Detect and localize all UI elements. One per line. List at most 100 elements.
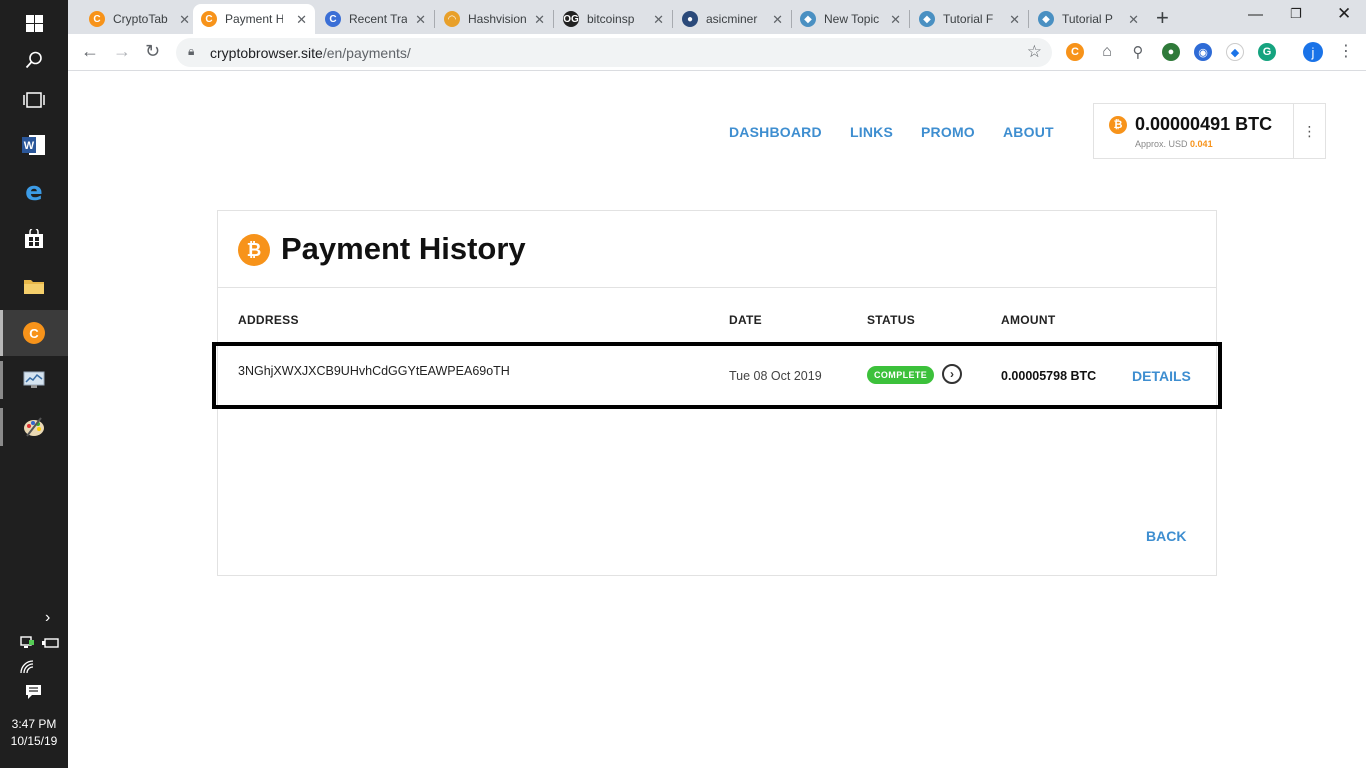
close-tab-icon[interactable]: ✕: [653, 12, 664, 28]
tab-title: bitcoinsp: [587, 12, 635, 26]
close-tab-icon[interactable]: ✕: [179, 12, 190, 28]
payment-date: Tue 08 Oct 2019: [729, 369, 822, 383]
restore-button[interactable]: ❐: [1290, 6, 1302, 22]
close-tab-icon[interactable]: ✕: [1009, 12, 1020, 28]
balance-approx: Approx. USD 0.041: [1135, 139, 1213, 149]
diamond-extension-icon[interactable]: ◆: [1226, 43, 1244, 61]
paint-palette-icon: [24, 417, 44, 437]
browser-tab[interactable]: C CryptoTab ✕: [81, 4, 198, 34]
page-content: DASHBOARD LINKS PROMO ABOUT ₿ 0.00000491…: [68, 72, 1366, 768]
minimize-button[interactable]: —: [1248, 6, 1263, 23]
show-hidden-icons-chevron-icon[interactable]: ›: [45, 609, 50, 627]
balance-widget[interactable]: ₿ 0.00000491 BTC Approx. USD 0.041 ⋮: [1093, 103, 1326, 159]
grammarly-icon[interactable]: G: [1258, 43, 1276, 61]
gauge-icon: ◠: [444, 11, 460, 27]
tab-separator: [434, 10, 435, 28]
column-header-amount: AMOUNT: [1001, 313, 1056, 327]
cryptotab-extension-icon[interactable]: C: [1066, 43, 1084, 61]
og-icon: OG: [563, 11, 579, 27]
close-tab-icon[interactable]: ✕: [296, 12, 307, 28]
profile-avatar[interactable]: j: [1303, 42, 1323, 62]
nav-dashboard[interactable]: DASHBOARD: [729, 124, 822, 140]
tab-separator: [909, 10, 910, 28]
taskbar-edge[interactable]: e: [0, 169, 68, 215]
battery-icon[interactable]: [42, 637, 60, 649]
taskbar-file-explorer[interactable]: [0, 263, 68, 309]
monitor-icon: [23, 371, 45, 388]
tab-separator: [1028, 10, 1029, 28]
reload-icon[interactable]: ↻: [145, 41, 160, 62]
cube-icon: ◆: [800, 11, 816, 27]
browser-tab[interactable]: OG bitcoinsp ✕: [555, 4, 672, 34]
payment-history-card: ₿ Payment History ADDRESS DATE STATUS AM…: [212, 210, 1222, 576]
nav-links[interactable]: LINKS: [850, 124, 893, 140]
eye-extension-icon[interactable]: ◉: [1194, 43, 1212, 61]
status-badge: COMPLETE: [867, 366, 935, 384]
forward-arrow-icon[interactable]: →: [113, 41, 131, 62]
search-extension-icon[interactable]: ⚲: [1129, 43, 1147, 61]
url-text: cryptobrowser.site/en/payments/: [210, 45, 411, 61]
globe-extension-icon[interactable]: ●: [1162, 43, 1180, 61]
browser-tab[interactable]: ● asicminer ✕: [674, 4, 791, 34]
wifi-icon[interactable]: [20, 660, 36, 674]
browser-tab[interactable]: ◆ New Topic ✕: [792, 4, 909, 34]
new-tab-button[interactable]: +: [1156, 5, 1169, 31]
close-tab-icon[interactable]: ✕: [415, 12, 426, 28]
home-icon[interactable]: ⌂: [1098, 43, 1116, 61]
back-link[interactable]: BACK: [1146, 528, 1186, 544]
balance-amount: 0.00000491 BTC: [1135, 114, 1273, 134]
bookmark-star-icon[interactable]: ☆: [1027, 42, 1042, 62]
svg-text:W: W: [24, 140, 35, 152]
c-icon: C: [325, 11, 341, 27]
bitcoin-logo-icon: ₿: [238, 234, 270, 266]
browser-toolbar: ← → ↻ 🔒︎ cryptobrowser.site/en/payments/…: [68, 34, 1366, 71]
browser-menu-icon[interactable]: ⋮: [1338, 41, 1354, 61]
tab-title: asicminer: [706, 12, 758, 26]
tab-title: Tutorial F: [943, 12, 994, 26]
page-title: Payment History: [281, 231, 526, 266]
chevron-right-circle-icon[interactable]: ›: [942, 364, 962, 384]
approx-label: Approx. USD: [1135, 139, 1188, 149]
system-clock[interactable]: 3:47 PM 10/15/19: [0, 716, 68, 750]
lock-icon[interactable]: 🔒︎: [188, 44, 194, 59]
nav-about[interactable]: ABOUT: [1003, 124, 1054, 140]
details-link[interactable]: DETAILS: [1132, 368, 1191, 384]
cryptotab-icon: C: [23, 322, 45, 344]
tab-separator: [672, 10, 673, 28]
close-window-button[interactable]: ✕: [1337, 4, 1351, 24]
browser-tab[interactable]: ◆ Tutorial F ✕: [911, 4, 1028, 34]
edge-icon: e: [25, 177, 43, 207]
browser-tab[interactable]: ◠ Hashvision ✕: [436, 4, 553, 34]
taskbar-store[interactable]: [0, 216, 68, 262]
taskbar-paint[interactable]: [0, 404, 68, 450]
network-icon[interactable]: [19, 636, 35, 650]
back-arrow-icon[interactable]: ←: [81, 41, 99, 62]
cryptotab-icon: C: [89, 11, 105, 27]
taskbar-monitor-app[interactable]: [0, 357, 68, 403]
search-icon: [25, 51, 42, 69]
task-view-button[interactable]: [0, 77, 68, 123]
close-tab-icon[interactable]: ✕: [772, 12, 783, 28]
url-domain: cryptobrowser.site: [210, 45, 323, 61]
column-header-address: ADDRESS: [238, 313, 299, 327]
taskbar-word[interactable]: W: [0, 122, 68, 168]
store-icon: [25, 229, 43, 248]
close-tab-icon[interactable]: ✕: [890, 12, 901, 28]
tab-title: CryptoTab: [113, 12, 168, 26]
close-tab-icon[interactable]: ✕: [1128, 12, 1139, 28]
payment-amount: 0.00005798 BTC: [1001, 369, 1097, 383]
balance-menu-icon[interactable]: ⋮: [1293, 104, 1325, 158]
browser-tab[interactable]: C Recent Tra ✕: [317, 4, 434, 34]
tab-title: Recent Tra: [349, 12, 407, 26]
cube-icon: ◆: [919, 11, 935, 27]
action-center-icon[interactable]: [25, 684, 42, 700]
browser-tab[interactable]: ◆ Tutorial P ✕: [1030, 4, 1147, 34]
close-tab-icon[interactable]: ✕: [534, 12, 545, 28]
card-header: ₿ Payment History: [218, 211, 1216, 288]
tab-title: Payment H: [225, 12, 283, 26]
taskbar-cryptotab[interactable]: C: [0, 310, 68, 356]
tab-title: Hashvision: [468, 12, 526, 26]
browser-tab[interactable]: C Payment H ✕: [193, 4, 315, 34]
nav-promo[interactable]: PROMO: [921, 124, 975, 140]
address-bar[interactable]: 🔒︎ cryptobrowser.site/en/payments/ ☆: [176, 38, 1052, 67]
